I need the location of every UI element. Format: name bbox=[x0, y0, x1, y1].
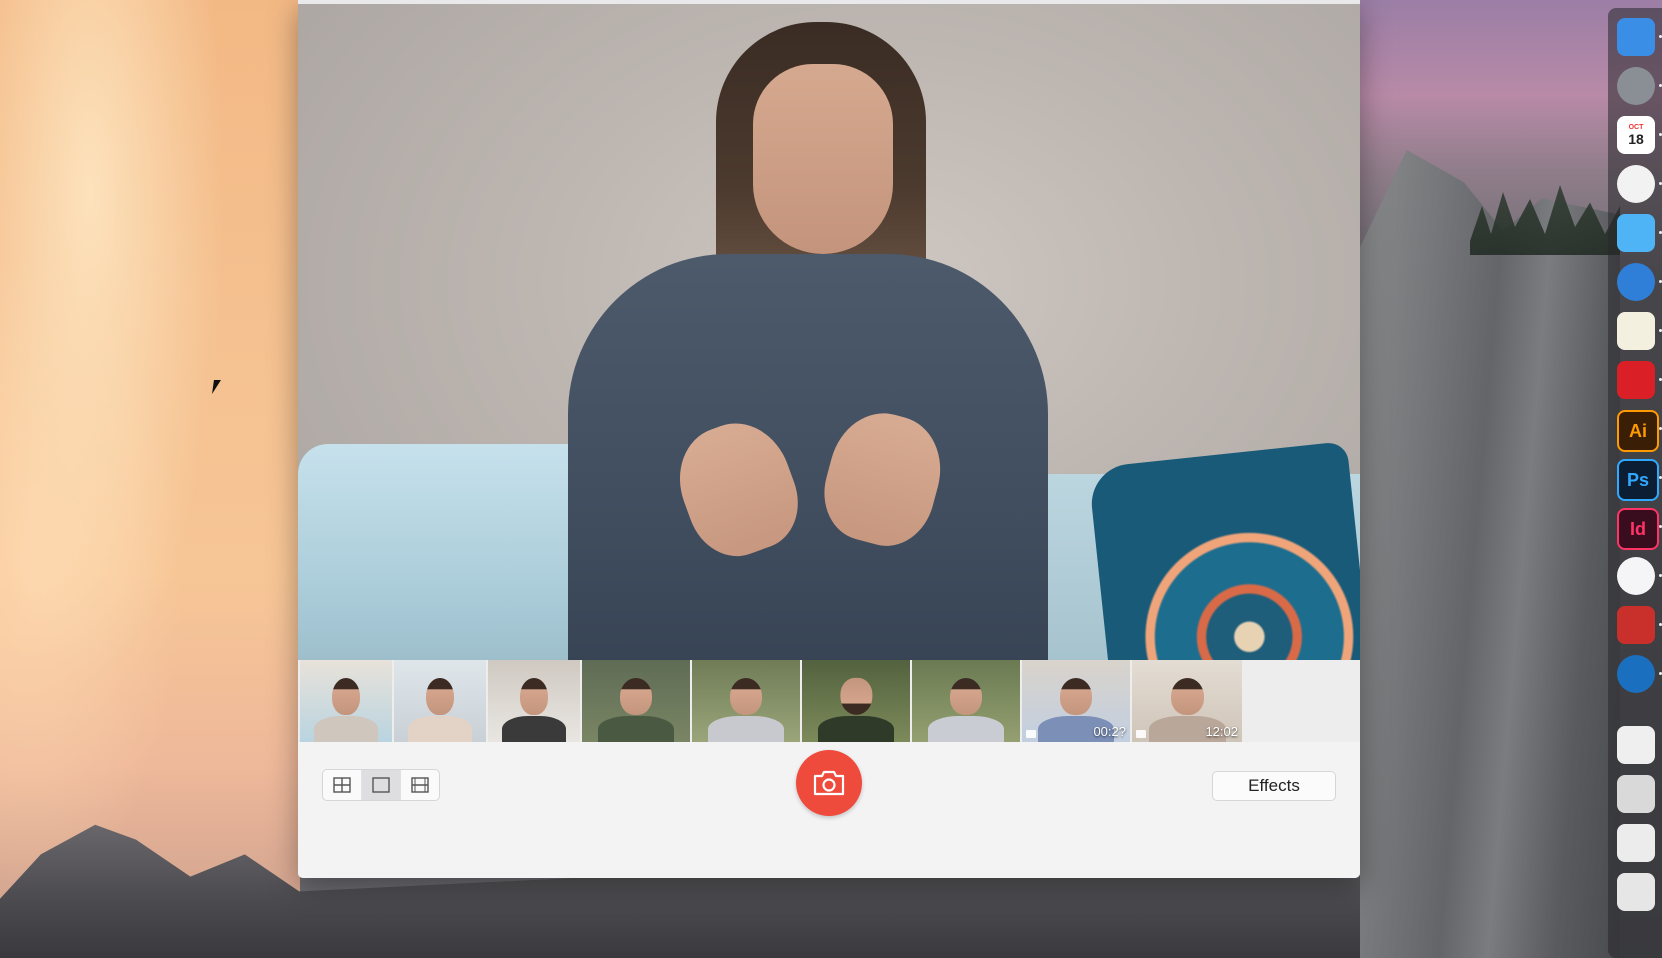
document-icon-2[interactable] bbox=[1617, 873, 1655, 911]
thumbnail-subject-body bbox=[598, 715, 674, 742]
edge-icon[interactable] bbox=[1617, 655, 1655, 693]
thumbnail-subject-body bbox=[928, 715, 1004, 742]
photoshop-icon[interactable]: Ps bbox=[1617, 459, 1659, 501]
thumbnail-subject-body bbox=[313, 715, 379, 742]
video-badge-icon bbox=[1136, 730, 1146, 738]
thumbnail-subject-body bbox=[708, 715, 784, 742]
thumbnail-subject bbox=[729, 678, 763, 715]
filmstrip-thumbnail[interactable] bbox=[802, 660, 910, 742]
safari-icon[interactable] bbox=[1617, 263, 1655, 301]
thumbnail-subject bbox=[426, 678, 454, 715]
thumbnail-subject bbox=[1170, 678, 1204, 715]
camera-icon bbox=[813, 770, 845, 796]
thumbnail-subject-body bbox=[818, 715, 894, 742]
video-clip-icon bbox=[411, 777, 429, 793]
illustrator-icon[interactable]: Ai bbox=[1617, 410, 1659, 452]
capture-button[interactable] bbox=[796, 750, 862, 816]
indesign-icon[interactable]: Id bbox=[1617, 508, 1659, 550]
grid-four-up-icon bbox=[333, 777, 351, 793]
toolbar: Effects bbox=[298, 742, 1360, 878]
messages-icon[interactable] bbox=[1617, 214, 1655, 252]
video-duration: 00:2? bbox=[1093, 724, 1126, 739]
wallpaper-cliff bbox=[1360, 150, 1620, 958]
thumbnail-subject bbox=[619, 678, 653, 715]
layout-segmented-control bbox=[322, 769, 440, 801]
filmstrip-thumbnail[interactable]: 12:02 bbox=[1132, 660, 1242, 742]
thumbnail-subject bbox=[949, 678, 983, 715]
effects-button[interactable]: Effects bbox=[1212, 771, 1336, 801]
preview-person-face bbox=[753, 64, 893, 254]
thumbnail-subject-body bbox=[501, 715, 567, 742]
video-layout-button[interactable] bbox=[401, 770, 439, 800]
photo-booth-window: 00:2? 12:02 Effects bbox=[298, 0, 1360, 878]
dock: OCT 18 Ai Ps Id bbox=[1608, 8, 1662, 958]
filmstrip-thumbnail[interactable] bbox=[912, 660, 1020, 742]
launchpad-icon[interactable] bbox=[1617, 67, 1655, 105]
single-photo-icon bbox=[372, 777, 390, 793]
thumbnail-subject-body bbox=[407, 715, 473, 742]
thumbnail-subject bbox=[1059, 678, 1093, 715]
music-file-icon[interactable] bbox=[1617, 726, 1655, 764]
creative-cloud-icon[interactable] bbox=[1617, 361, 1655, 399]
four-up-layout-button[interactable] bbox=[323, 770, 362, 800]
filmstrip-thumbnail[interactable] bbox=[488, 660, 580, 742]
filmstrip-thumbnail[interactable]: 00:2? bbox=[1022, 660, 1130, 742]
filmstrip-thumbnail[interactable] bbox=[394, 660, 486, 742]
calendar-month: OCT bbox=[1628, 123, 1644, 131]
video-duration: 12:02 bbox=[1205, 724, 1238, 739]
dock-item-label: Ai bbox=[1629, 420, 1647, 441]
filmstrip-thumbnail[interactable] bbox=[300, 660, 392, 742]
thumbnail-subject bbox=[520, 678, 548, 715]
thumbnail-subject bbox=[332, 678, 360, 715]
photos-icon[interactable] bbox=[1617, 165, 1655, 203]
thumbnail-subject bbox=[839, 678, 873, 715]
filmstrip-thumbnail[interactable] bbox=[582, 660, 690, 742]
camera-preview bbox=[298, 4, 1360, 700]
desktop-wallpaper-left bbox=[0, 0, 300, 958]
preview-person-sweater bbox=[568, 254, 1048, 700]
calendar-icon[interactable]: OCT 18 bbox=[1617, 116, 1655, 154]
filmstrip-thumbnail[interactable] bbox=[692, 660, 800, 742]
filmstrip: 00:2? 12:02 bbox=[298, 660, 1360, 742]
dock-item-label: Id bbox=[1630, 518, 1646, 539]
textedit-icon[interactable] bbox=[1617, 312, 1655, 350]
photo-booth-icon[interactable] bbox=[1617, 606, 1655, 644]
dock-item-label: Ps bbox=[1626, 469, 1650, 490]
document-icon[interactable] bbox=[1617, 824, 1655, 862]
finder-icon[interactable] bbox=[1617, 18, 1655, 56]
dock-item-label: 18 bbox=[1628, 130, 1644, 147]
single-photo-layout-button[interactable] bbox=[362, 770, 401, 800]
video-badge-icon bbox=[1026, 730, 1036, 738]
itunes-icon[interactable] bbox=[1617, 557, 1655, 595]
document-stack-icon[interactable] bbox=[1617, 775, 1655, 813]
